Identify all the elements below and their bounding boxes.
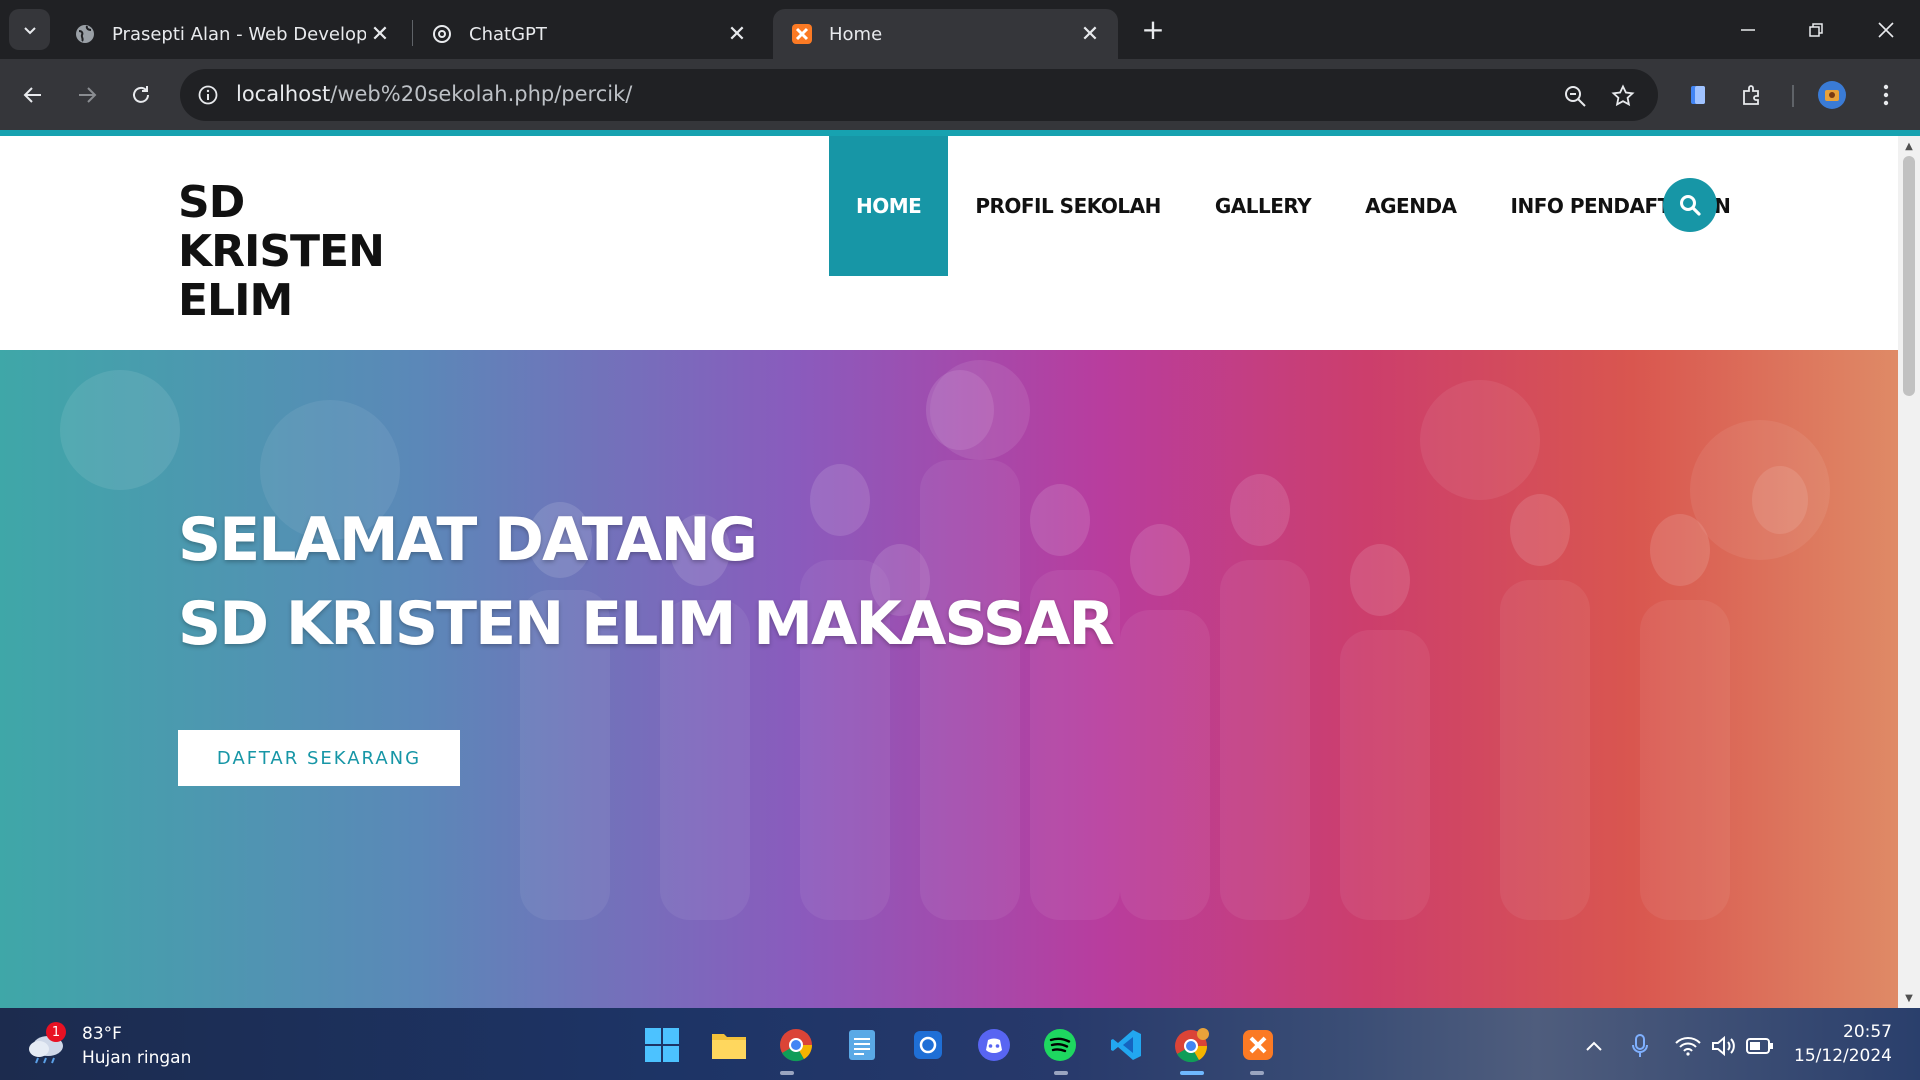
active-indicator bbox=[1180, 1071, 1204, 1075]
minimize-icon bbox=[1741, 28, 1755, 31]
google-drive-extension-icon[interactable] bbox=[1678, 75, 1718, 115]
arrow-left-icon bbox=[23, 87, 41, 103]
hero-title: SELAMAT DATANG SD KRISTEN ELIM MAKASSAR bbox=[178, 498, 1115, 666]
logo-line: SD bbox=[178, 177, 245, 228]
spotify-icon[interactable] bbox=[1040, 1025, 1080, 1065]
bookmark-star-icon[interactable] bbox=[1608, 81, 1638, 111]
notification-badge: 1 bbox=[46, 1022, 66, 1042]
running-indicator bbox=[780, 1071, 794, 1075]
site-search-button[interactable] bbox=[1663, 178, 1717, 232]
chevron-down-icon bbox=[23, 26, 36, 34]
nav-agenda[interactable]: AGENDA bbox=[1338, 136, 1483, 276]
tab-chatgpt[interactable]: ChatGPT ✕ bbox=[413, 9, 765, 59]
notepad-icon[interactable] bbox=[842, 1025, 882, 1065]
tab-strip: Prasepti Alan - Web Developer ✕ ChatGPT … bbox=[0, 0, 1920, 59]
restore-button[interactable] bbox=[1782, 0, 1850, 59]
tab-title: Home bbox=[829, 23, 883, 45]
restore-icon bbox=[1809, 22, 1823, 37]
minimize-button[interactable] bbox=[1714, 0, 1782, 59]
tab-prasepti[interactable]: Prasepti Alan - Web Developer ✕ bbox=[56, 9, 408, 59]
page-scrollbar[interactable]: ▲ ▼ bbox=[1898, 136, 1920, 1008]
toolbar-divider bbox=[1792, 85, 1794, 107]
weather-widget[interactable]: 1 83°F Hujan ringan bbox=[26, 1022, 191, 1070]
microphone-icon[interactable] bbox=[1626, 1032, 1654, 1060]
scroll-up-icon[interactable]: ▲ bbox=[1903, 140, 1915, 152]
back-button[interactable] bbox=[14, 76, 52, 114]
logo-line: ELIM bbox=[178, 275, 293, 326]
tab-search-button[interactable] bbox=[9, 9, 50, 50]
search-icon bbox=[1680, 195, 1701, 216]
battery-icon[interactable] bbox=[1746, 1032, 1774, 1060]
arrow-right-icon bbox=[79, 87, 97, 103]
nav-profil-sekolah[interactable]: PROFIL SEKOLAH bbox=[948, 136, 1188, 276]
url-text[interactable]: localhost/web%20sekolah.php/percik/ bbox=[236, 82, 632, 106]
site-info-icon[interactable] bbox=[194, 81, 222, 109]
hero-photo-placeholder bbox=[60, 360, 1830, 920]
browser-toolbar: localhost/web%20sekolah.php/percik/ bbox=[0, 59, 1920, 130]
url-path: /web%20sekolah.php/percik/ bbox=[330, 82, 633, 106]
weather-desc: Hujan ringan bbox=[82, 1048, 192, 1068]
snipping-tool-icon[interactable] bbox=[908, 1025, 948, 1065]
running-indicator bbox=[1054, 1071, 1068, 1075]
chatgpt-icon bbox=[431, 23, 453, 45]
running-indicator bbox=[1250, 1071, 1264, 1075]
site-logo[interactable]: SD KRISTEN ELIM bbox=[178, 177, 385, 326]
discord-icon[interactable] bbox=[974, 1025, 1014, 1065]
hero-title-line: SELAMAT DATANG bbox=[178, 505, 758, 575]
vscode-icon[interactable] bbox=[1106, 1025, 1146, 1065]
scroll-down-icon[interactable]: ▼ bbox=[1903, 992, 1915, 1004]
address-bar[interactable]: localhost/web%20sekolah.php/percik/ bbox=[180, 69, 1658, 121]
xampp-icon[interactable] bbox=[1238, 1025, 1278, 1065]
system-clock[interactable]: 20:57 15/12/2024 bbox=[1778, 1020, 1892, 1068]
close-tab-icon[interactable]: ✕ bbox=[723, 20, 751, 48]
close-icon bbox=[1878, 21, 1894, 38]
url-host: localhost bbox=[236, 82, 331, 106]
close-window-button[interactable] bbox=[1852, 0, 1920, 59]
close-tab-icon[interactable]: ✕ bbox=[1076, 20, 1104, 48]
daftar-sekarang-button[interactable]: DAFTAR SEKARANG bbox=[178, 730, 460, 786]
clock-time: 20:57 bbox=[1843, 1022, 1892, 1042]
tab-title: Prasepti Alan - Web Developer bbox=[112, 23, 366, 45]
close-tab-icon[interactable]: ✕ bbox=[366, 20, 394, 48]
zoom-icon[interactable] bbox=[1560, 81, 1590, 111]
main-nav: HOME PROFIL SEKOLAH GALLERY AGENDA INFO … bbox=[829, 136, 1757, 276]
logo-line: KRISTEN bbox=[178, 226, 385, 277]
scroll-thumb[interactable] bbox=[1903, 156, 1915, 396]
tab-home[interactable]: Home ✕ bbox=[773, 9, 1118, 59]
hero-banner: SELAMAT DATANG SD KRISTEN ELIM MAKASSAR … bbox=[0, 350, 1898, 1008]
wifi-icon[interactable] bbox=[1674, 1032, 1702, 1060]
globe-icon bbox=[74, 23, 96, 45]
nav-gallery[interactable]: GALLERY bbox=[1188, 136, 1338, 276]
volume-icon[interactable] bbox=[1710, 1032, 1738, 1060]
web-page: SD KRISTEN ELIM HOME PROFIL SEKOLAH GALL… bbox=[0, 136, 1898, 1008]
xampp-icon bbox=[791, 23, 813, 45]
reload-button[interactable] bbox=[122, 76, 160, 114]
profile-avatar[interactable] bbox=[1812, 75, 1852, 115]
weather-temp: 83°F bbox=[82, 1024, 122, 1044]
chrome-icon[interactable] bbox=[776, 1025, 816, 1065]
clock-date: 15/12/2024 bbox=[1794, 1046, 1892, 1066]
nav-home[interactable]: HOME bbox=[829, 136, 949, 276]
tab-title: ChatGPT bbox=[469, 23, 547, 45]
show-hidden-icons-chevron-icon[interactable] bbox=[1580, 1032, 1608, 1060]
reload-icon bbox=[133, 86, 149, 103]
extensions-puzzle-icon[interactable] bbox=[1732, 75, 1772, 115]
windows-taskbar: 1 83°F Hujan ringan 20:57 15/12/2024 bbox=[0, 1008, 1920, 1080]
new-tab-button[interactable]: + bbox=[1136, 12, 1170, 46]
windows-start-icon[interactable] bbox=[642, 1025, 682, 1065]
browser-menu-icon[interactable] bbox=[1866, 75, 1906, 115]
chrome-profile-icon[interactable] bbox=[1172, 1025, 1212, 1065]
hero-title-line: SD KRISTEN ELIM MAKASSAR bbox=[178, 589, 1115, 659]
file-explorer-icon[interactable] bbox=[709, 1025, 749, 1065]
forward-button[interactable] bbox=[68, 76, 106, 114]
